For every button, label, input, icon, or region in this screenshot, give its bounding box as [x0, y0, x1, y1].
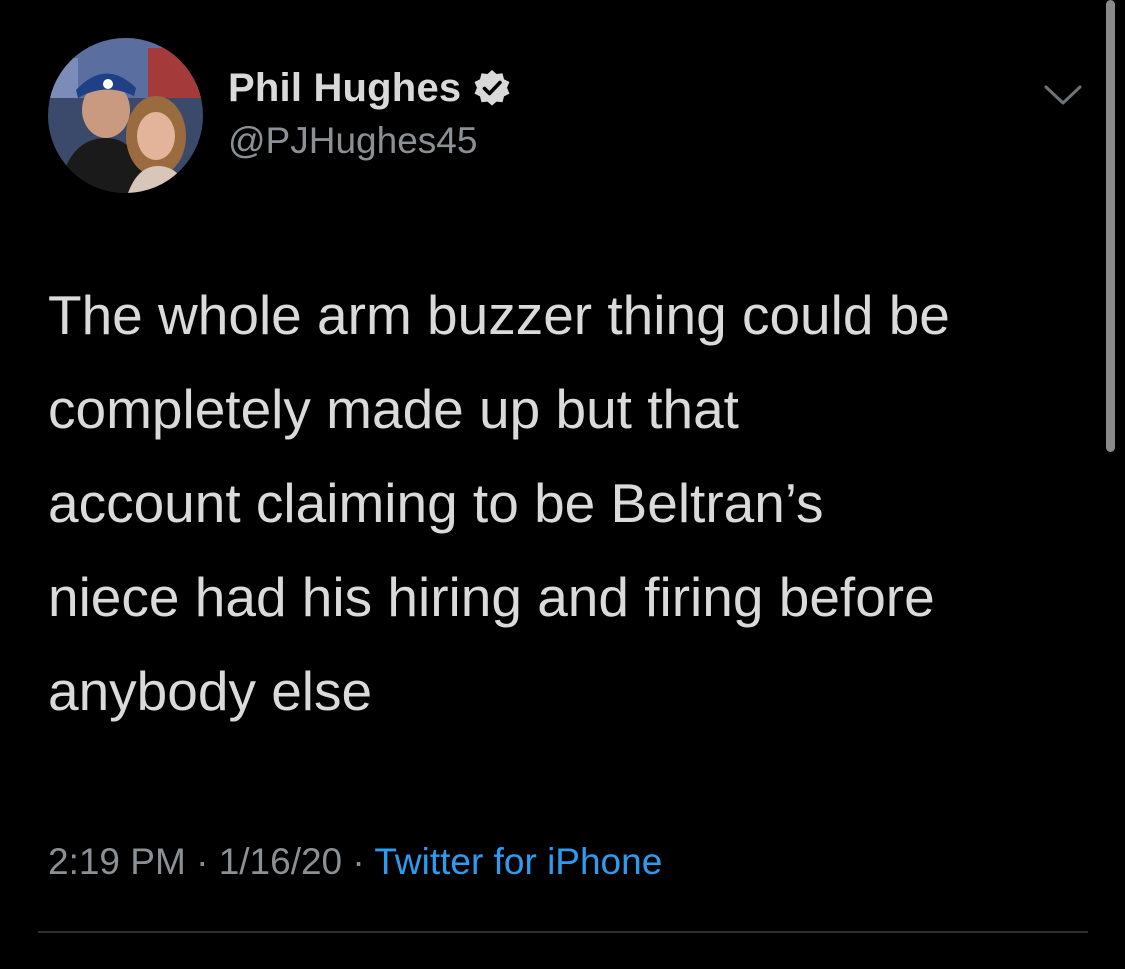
tweet-date: 1/16/20 — [218, 841, 343, 882]
chevron-down-icon[interactable] — [1043, 82, 1083, 108]
scrollbar[interactable] — [1106, 0, 1115, 452]
verified-badge-icon — [473, 69, 511, 107]
tweet-meta: 2:19 PM · 1/16/20 · Twitter for iPhone — [48, 834, 662, 890]
meta-separator: · — [352, 841, 365, 882]
tweet-time: 2:19 PM — [48, 841, 186, 882]
tweet-source-link[interactable]: Twitter for iPhone — [374, 841, 662, 882]
meta-separator: · — [196, 841, 209, 882]
tweet-text: The whole arm buzzer thing could be comp… — [48, 284, 950, 722]
avatar[interactable] — [48, 38, 203, 193]
author-name-row[interactable]: Phil Hughes — [228, 62, 511, 114]
avatar-photo — [48, 38, 203, 193]
divider — [38, 931, 1088, 933]
author-handle[interactable]: @PJHughes45 — [228, 116, 477, 166]
author-display-name[interactable]: Phil Hughes — [228, 62, 461, 114]
tweet-screen: Phil Hughes @PJHughes45 The whole arm bu… — [0, 0, 1125, 969]
